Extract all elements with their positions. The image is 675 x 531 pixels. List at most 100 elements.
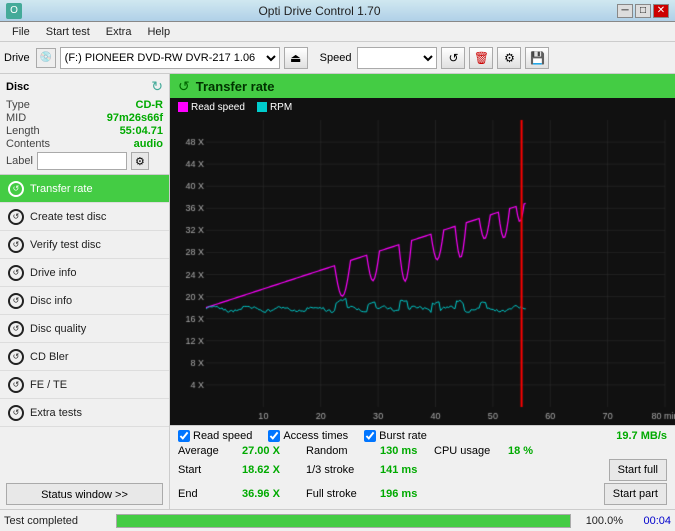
toolbar: Drive 💿 (F:) PIONEER DVD-RW DVR-217 1.06… — [0, 42, 675, 74]
cpu-usage-value: 18 % — [508, 445, 548, 457]
verify-test-disc-icon: ↺ — [8, 237, 24, 253]
checkbox-burst-rate[interactable]: Burst rate — [364, 430, 427, 442]
cd-bler-icon: ↺ — [8, 349, 24, 365]
erase-button[interactable]: 🗑 — [469, 47, 493, 69]
start-full-button[interactable]: Start full — [609, 459, 667, 481]
disc-label-input[interactable] — [37, 152, 127, 170]
nav-disc-info[interactable]: ↺ Disc info — [0, 287, 169, 315]
cpu-usage-label: CPU usage — [434, 445, 504, 457]
sidebar: Disc ↻ Type CD-R MID 97m26s66f Length 55… — [0, 74, 170, 509]
checkbox-access-times-input[interactable] — [268, 430, 280, 442]
legend-rpm-color — [257, 102, 267, 112]
start-value: 18.62 X — [242, 464, 302, 476]
checkbox-read-speed[interactable]: Read speed — [178, 430, 252, 442]
disc-refresh-icon[interactable]: ↻ — [151, 78, 163, 95]
eject-button[interactable]: ⏏ — [284, 47, 308, 69]
stats-table: Average 27.00 X Random 130 ms CPU usage … — [178, 445, 667, 505]
chart-title: Transfer rate — [196, 79, 275, 94]
window-controls: ─ □ ✕ — [617, 4, 669, 18]
disc-type-label: Type — [6, 99, 30, 111]
statusbar: Test completed 100.0% 00:04 — [0, 509, 675, 531]
save-button[interactable]: 💾 — [525, 47, 549, 69]
legend-read-speed-label: Read speed — [191, 102, 245, 113]
nav-disc-info-label: Disc info — [30, 295, 72, 307]
status-text: Test completed — [4, 515, 104, 527]
menu-start-test[interactable]: Start test — [38, 24, 98, 40]
checkbox-access-times[interactable]: Access times — [268, 430, 348, 442]
random-value: 130 ms — [380, 445, 430, 457]
nav-create-test-disc[interactable]: ↺ Create test disc — [0, 203, 169, 231]
onethird-stroke-value: 141 ms — [380, 464, 430, 476]
drive-select[interactable]: (F:) PIONEER DVD-RW DVR-217 1.06 — [60, 47, 280, 69]
stats-row-start: Start 18.62 X 1/3 stroke 141 ms Start fu… — [178, 459, 667, 481]
legend-rpm-label: RPM — [270, 102, 292, 113]
drive-info-icon: ↺ — [8, 265, 24, 281]
stats-table-row: Average 27.00 X Random 130 ms CPU usage … — [178, 445, 667, 505]
disc-header: Disc — [6, 81, 29, 93]
refresh-button[interactable]: ↺ — [441, 47, 465, 69]
time-display: 00:04 — [631, 515, 671, 527]
nav-create-test-disc-label: Create test disc — [30, 211, 106, 223]
status-window-button[interactable]: Status window >> — [6, 483, 163, 505]
nav-fe-te[interactable]: ↺ FE / TE — [0, 371, 169, 399]
full-stroke-label: Full stroke — [306, 488, 376, 500]
checkbox-read-speed-input[interactable] — [178, 430, 190, 442]
main-layout: Disc ↻ Type CD-R MID 97m26s66f Length 55… — [0, 74, 675, 509]
drive-icon: 💿 — [36, 48, 56, 68]
nav-drive-info-label: Drive info — [30, 267, 76, 279]
maximize-button[interactable]: □ — [635, 4, 651, 18]
average-label: Average — [178, 445, 238, 457]
start-label: Start — [178, 464, 238, 476]
onethird-stroke-label: 1/3 stroke — [306, 464, 376, 476]
disc-info-icon: ↺ — [8, 293, 24, 309]
menu-extra[interactable]: Extra — [98, 24, 140, 40]
burst-rate-value: 19.7 MB/s — [616, 430, 667, 442]
nav-extra-tests[interactable]: ↺ Extra tests — [0, 399, 169, 427]
drive-label: Drive — [4, 52, 30, 64]
progress-bar-container — [116, 514, 571, 528]
legend-rpm: RPM — [257, 102, 292, 113]
chart-header-icon: ↺ — [178, 78, 190, 95]
nav-extra-tests-label: Extra tests — [30, 407, 82, 419]
start-part-button[interactable]: Start part — [604, 483, 667, 505]
end-value: 36.96 X — [242, 488, 302, 500]
chart-area: ↺ Transfer rate Read speed RPM Read spee… — [170, 74, 675, 509]
nav-disc-quality-label: Disc quality — [30, 323, 86, 335]
nav-fe-te-label: FE / TE — [30, 379, 67, 391]
disc-length-label: Length — [6, 125, 40, 137]
checkbox-burst-rate-input[interactable] — [364, 430, 376, 442]
fe-te-icon: ↺ — [8, 377, 24, 393]
minimize-button[interactable]: ─ — [617, 4, 633, 18]
chart-legend: Read speed RPM — [170, 98, 675, 116]
progress-percent: 100.0% — [583, 515, 623, 527]
average-value: 27.00 X — [242, 445, 302, 457]
menu-help[interactable]: Help — [139, 24, 178, 40]
nav-drive-info[interactable]: ↺ Drive info — [0, 259, 169, 287]
nav-cd-bler[interactable]: ↺ CD Bler — [0, 343, 169, 371]
settings-button[interactable]: ⚙ — [497, 47, 521, 69]
end-label: End — [178, 488, 238, 500]
chart-container — [170, 116, 675, 425]
speed-select[interactable] — [357, 47, 437, 69]
disc-quality-icon: ↺ — [8, 321, 24, 337]
titlebar: O Opti Drive Control 1.70 ─ □ ✕ — [0, 0, 675, 22]
full-stroke-value: 196 ms — [380, 488, 430, 500]
nav-cd-bler-label: CD Bler — [30, 351, 69, 363]
close-button[interactable]: ✕ — [653, 4, 669, 18]
stats-row-end: End 36.96 X Full stroke 196 ms Start par… — [178, 483, 667, 505]
menu-file[interactable]: File — [4, 24, 38, 40]
legend-read-speed: Read speed — [178, 102, 245, 113]
nav-transfer-rate[interactable]: ↺ Transfer rate — [0, 175, 169, 203]
nav-verify-test-disc[interactable]: ↺ Verify test disc — [0, 231, 169, 259]
stats-row-average: Average 27.00 X Random 130 ms CPU usage … — [178, 445, 667, 457]
nav-disc-quality[interactable]: ↺ Disc quality — [0, 315, 169, 343]
disc-length-value: 55:04.71 — [120, 125, 163, 137]
disc-contents-value: audio — [134, 138, 163, 150]
disc-contents-label: Contents — [6, 138, 50, 150]
burst-rate-display: 19.7 MB/s — [616, 430, 667, 442]
chart-canvas — [170, 116, 675, 425]
transfer-rate-icon: ↺ — [8, 181, 24, 197]
legend-read-speed-color — [178, 102, 188, 112]
speed-label: Speed — [320, 52, 352, 64]
disc-label-settings-button[interactable]: ⚙ — [131, 152, 149, 170]
